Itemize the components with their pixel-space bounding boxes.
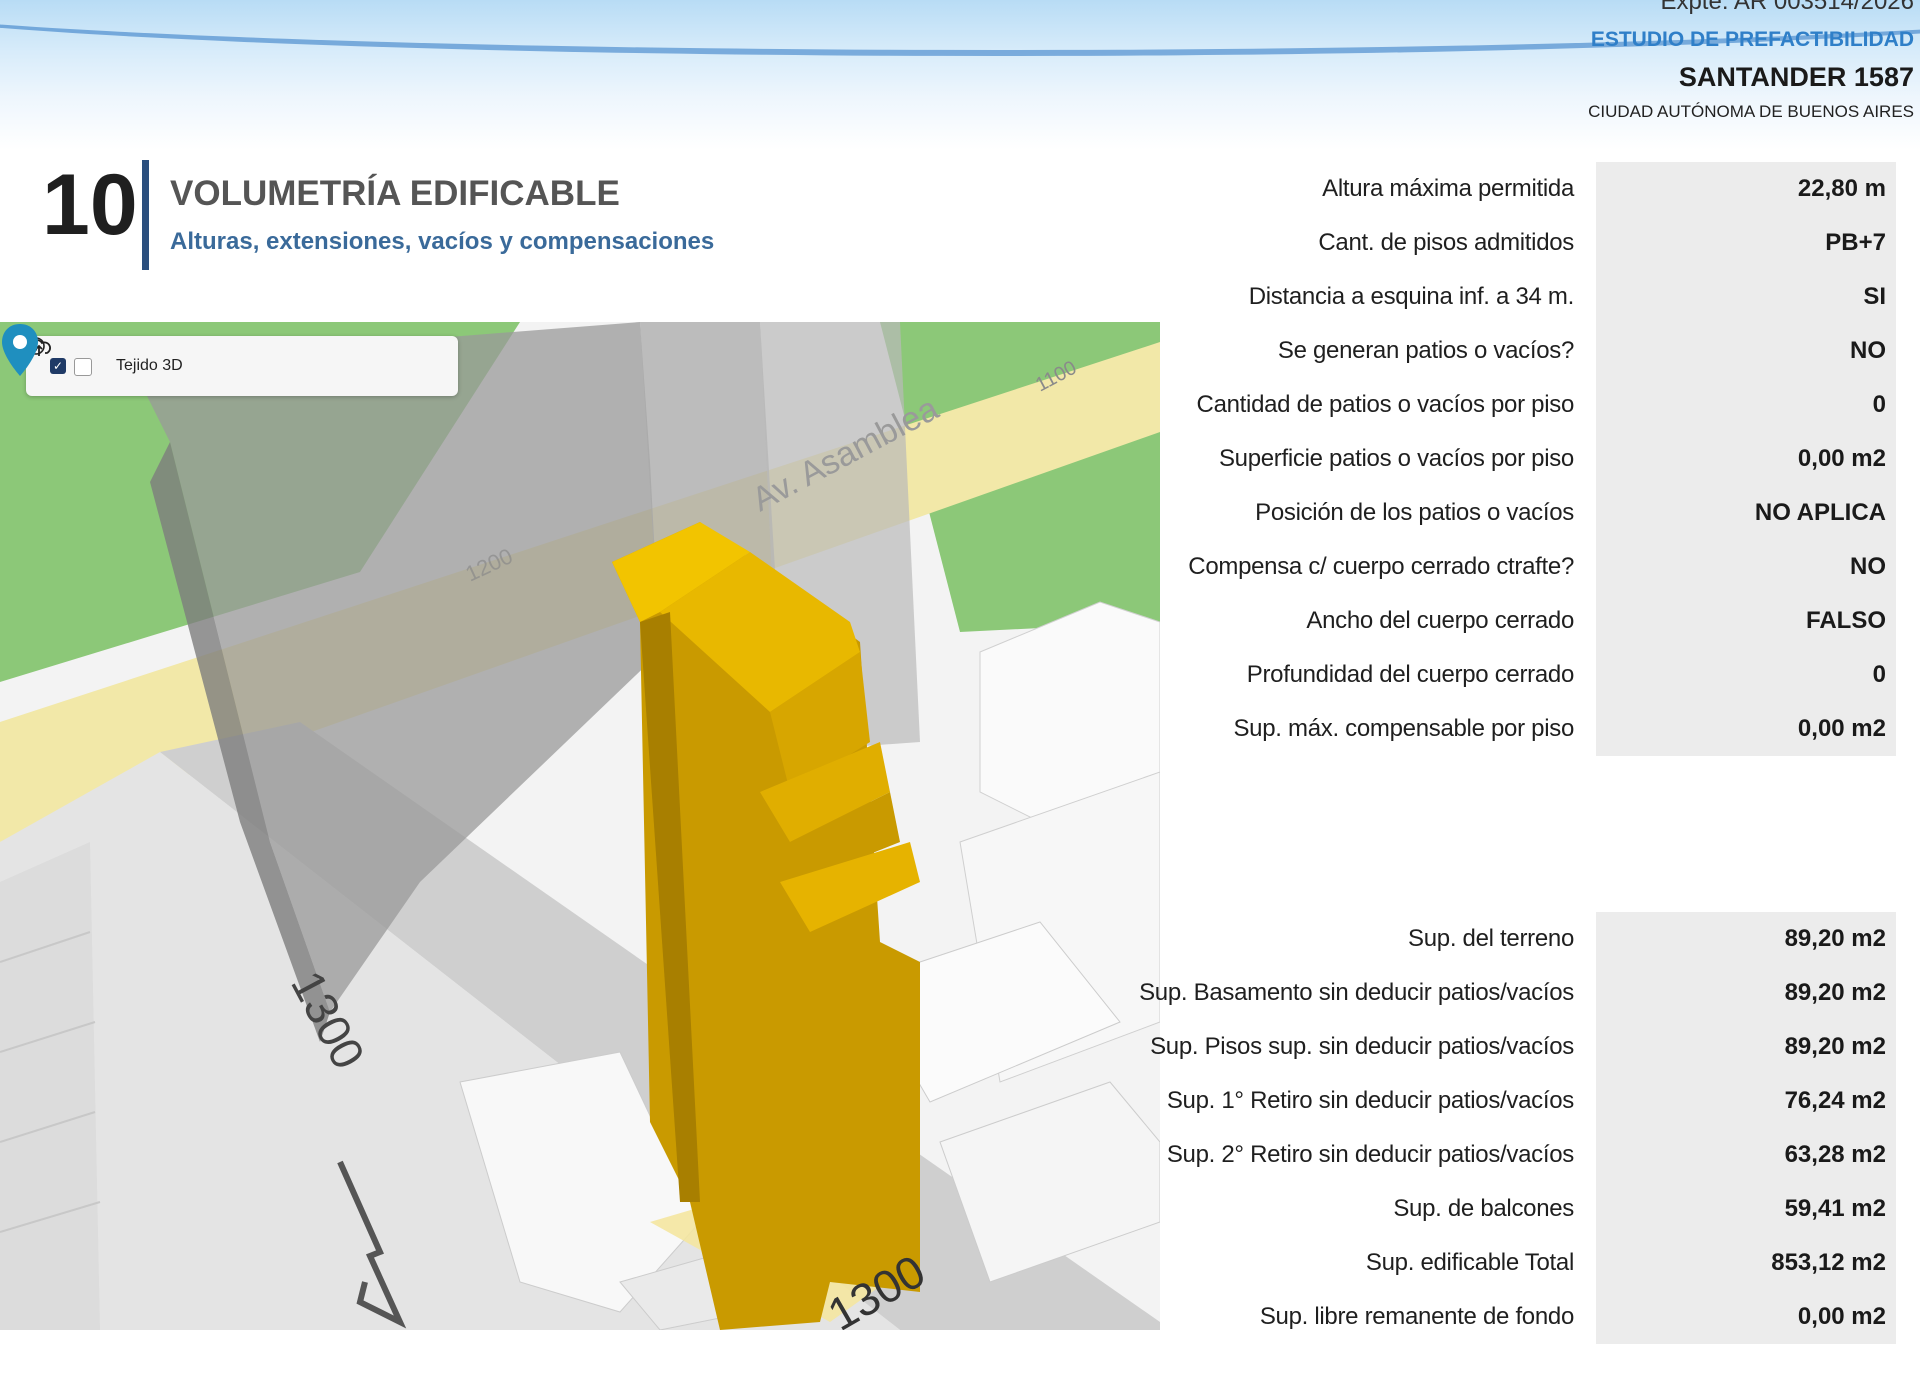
table-row: Sup. máx. compensable por piso 0,00 m2	[1100, 702, 1900, 756]
row-value: 76,24 m2	[1784, 1087, 1886, 1114]
sidewalk	[0, 842, 100, 1330]
row-value: 63,28 m2	[1784, 1141, 1886, 1168]
row-value: NO	[1850, 337, 1886, 364]
row-value: 89,20 m2	[1784, 979, 1886, 1006]
row-label: Sup. máx. compensable por piso	[1233, 715, 1574, 742]
table-row: Cant. de pisos admitidos PB+7	[1100, 216, 1900, 270]
row-value: 22,80 m	[1797, 175, 1886, 202]
table-row: Sup. de balcones 59,41 m2	[1100, 1182, 1900, 1236]
table-row: Sup. Basamento sin deducir patios/vacíos…	[1100, 966, 1900, 1020]
table-row: Sup. edificable Total 853,12 m2	[1100, 1236, 1900, 1290]
table-row: Cantidad de patios o vacíos por piso 0	[1100, 378, 1900, 432]
table-row: Superficie patios o vacíos por piso 0,00 …	[1100, 432, 1900, 486]
row-label: Sup. de balcones	[1393, 1195, 1574, 1222]
row-value: 0,00 m2	[1797, 715, 1886, 742]
table-row: Profundidad del cuerpo cerrado 0	[1100, 648, 1900, 702]
city-name: CIUDAD AUTÓNOMA DE BUENOS AIRES	[1588, 102, 1914, 121]
3d-map-scene[interactable]: Av. Asamblea 1100 1200 1300 1300	[0, 322, 1160, 1330]
row-label: Sup. 1° Retiro sin deducir patios/vacíos	[1166, 1087, 1574, 1114]
table-row: Se generan patios o vacíos? NO	[1100, 324, 1900, 378]
row-label: Distancia a esquina inf. a 34 m.	[1248, 283, 1575, 310]
row-value: PB+7	[1825, 229, 1886, 256]
row-value: 853,12 m2	[1771, 1249, 1886, 1276]
row-value: 0,00 m2	[1797, 445, 1886, 472]
row-value: 59,41 m2	[1784, 1195, 1886, 1222]
row-label: Cant. de pisos admitidos	[1318, 229, 1574, 256]
row-label: Sup. edificable Total	[1365, 1249, 1574, 1276]
surfaces-table: Sup. del terreno 89,20 m2 Sup. Basamento …	[1100, 912, 1900, 1344]
row-label: Ancho del cuerpo cerrado	[1306, 607, 1574, 634]
row-value: NO APLICA	[1754, 499, 1886, 526]
row-label: Posición de los patios o vacíos	[1255, 499, 1574, 526]
layer-checkbox[interactable]	[74, 358, 92, 376]
row-value: 89,20 m2	[1784, 1033, 1886, 1060]
document-reference: Expte: AR 003514/2026	[1660, 0, 1914, 15]
row-label: Profundidad del cuerpo cerrado	[1246, 661, 1575, 688]
row-value: 0,00 m2	[1797, 1303, 1886, 1330]
row-label: Sup. libre remanente de fondo	[1259, 1303, 1574, 1330]
row-value: 0	[1872, 391, 1886, 418]
parameters-table: Altura máxima permitida 22,80 m Cant. de …	[1100, 162, 1900, 756]
table-row: Ancho del cuerpo cerrado FALSO	[1100, 594, 1900, 648]
row-value: FALSO	[1805, 607, 1886, 634]
row-label: Sup. Basamento sin deducir patios/vacíos	[1139, 979, 1574, 1006]
section-number: 10	[42, 157, 138, 253]
table-row: Sup. 2° Retiro sin deducir patios/vacíos…	[1100, 1128, 1900, 1182]
row-label: Superficie patios o vacíos por piso	[1218, 445, 1574, 472]
map-pin-icon[interactable]	[0, 322, 40, 378]
section-divider	[142, 160, 149, 270]
table-row: Compensa c/ cuerpo cerrado ctrafte? NO	[1100, 540, 1900, 594]
row-value: SI	[1863, 283, 1886, 310]
study-type: ESTUDIO DE PREFACTIBILIDAD	[1590, 28, 1914, 51]
table-row: Sup. Pisos sup. sin deducir patios/vacío…	[1100, 1020, 1900, 1074]
table-row: Posición de los patios o vacíos NO APLICA	[1100, 486, 1900, 540]
row-label: Altura máxima permitida	[1322, 175, 1574, 202]
layer-label: Tejido 3D	[116, 357, 183, 374]
table-row: Sup. del terreno 89,20 m2	[1100, 912, 1900, 966]
table-row: Distancia a esquina inf. a 34 m. SI	[1100, 270, 1900, 324]
row-value: NO	[1850, 553, 1886, 580]
row-label: Sup. Pisos sup. sin deducir patios/vacío…	[1150, 1033, 1574, 1060]
row-label: Compensa c/ cuerpo cerrado ctrafte?	[1188, 553, 1574, 580]
section-title: VOLUMETRÍA EDIFICABLE	[170, 174, 620, 213]
layer-control-panel: ✓ Tejido 3D	[26, 336, 458, 396]
row-label: Sup. del terreno	[1408, 925, 1574, 952]
row-label: Se generan patios o vacíos?	[1277, 337, 1574, 364]
layer-checkbox-checked[interactable]: ✓	[50, 358, 66, 374]
row-value: 0	[1872, 661, 1886, 688]
row-label: Cantidad de patios o vacíos por piso	[1196, 391, 1575, 418]
section-subtitle: Alturas, extensiones, vacíos y compensac…	[170, 228, 715, 255]
table-row: Altura máxima permitida 22,80 m	[1100, 162, 1900, 216]
row-label: Sup. 2° Retiro sin deducir patios/vacíos	[1166, 1141, 1574, 1168]
header-band: Expte: AR 003514/2026 ESTUDIO DE PREFACT…	[0, 0, 1920, 150]
table-row: Sup. libre remanente de fondo 0,00 m2	[1100, 1290, 1900, 1344]
row-value: 89,20 m2	[1784, 925, 1886, 952]
table-row: Sup. 1° Retiro sin deducir patios/vacíos…	[1100, 1074, 1900, 1128]
3d-map-viewport[interactable]: Av. Asamblea 1100 1200 1300 1300 ✓ Tejid…	[0, 322, 1160, 1330]
property-address: SANTANDER 1587	[1678, 62, 1914, 92]
